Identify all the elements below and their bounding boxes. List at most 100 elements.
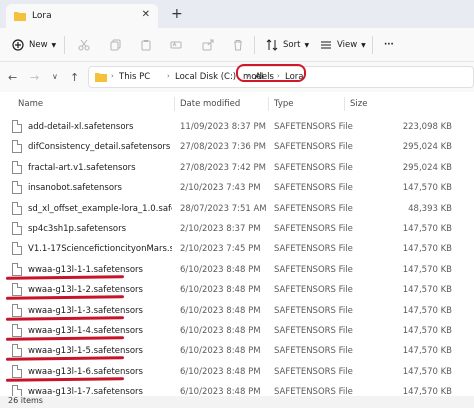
chevron-right-icon: ›: [111, 72, 114, 80]
file-name: wwaa-g13l-1-6.safetensors: [28, 366, 143, 377]
file-row[interactable]: wwaa-g13l-1-4.safetensors 6/10/2023 8:48 …: [0, 322, 474, 341]
file-row[interactable]: wwaa-g13l-1-6.safetensors 6/10/2023 8:48 …: [0, 363, 474, 382]
column-header-type[interactable]: Type: [274, 99, 294, 109]
file-type: SAFETENSORS File: [274, 122, 353, 132]
file-row[interactable]: V1.1-17SciencefictioncityonMars.safeten.…: [0, 240, 474, 258]
file-size: 147,570 KB: [402, 346, 452, 357]
file-type: SAFETENSORS File: [274, 142, 353, 153]
file-date: 6/10/2023 8:48 PM: [180, 326, 261, 336]
new-tab-button[interactable]: +: [171, 6, 183, 22]
file-size: 223,098 KB: [402, 122, 452, 132]
column-divider[interactable]: [174, 97, 175, 111]
file-row[interactable]: difConsistency_detail.safetensors 27/08/2…: [0, 138, 474, 156]
file-size: 147,570 KB: [402, 244, 452, 255]
file-icon: [12, 364, 22, 378]
file-size: 48,393 KB: [408, 203, 452, 214]
file-row[interactable]: sd_xl_offset_example-lora_1.0.safetensor…: [0, 200, 474, 218]
file-date: 6/10/2023 8:48 PM: [180, 285, 261, 296]
copy-button[interactable]: [110, 37, 122, 53]
file-type: SAFETENSORS File: [274, 326, 353, 336]
rename-icon: [170, 41, 182, 49]
file-icon: [12, 344, 22, 358]
chevron-down-icon: ▼: [361, 41, 366, 49]
see-more-button[interactable]: ···: [384, 37, 394, 53]
column-header-size[interactable]: Size: [350, 99, 367, 109]
file-date: 27/08/2023 7:36 PM: [180, 142, 266, 153]
file-row[interactable]: fractal-art.v1.safetensors 27/08/2023 7:4…: [0, 159, 474, 177]
sort-button[interactable]: Sort ▼: [266, 37, 309, 53]
file-type: SAFETENSORS File: [274, 285, 353, 296]
file-type: SAFETENSORS File: [274, 162, 353, 173]
file-size: 147,570 KB: [402, 264, 452, 275]
divider: [254, 36, 255, 54]
file-row[interactable]: wwaa-g13l-1-3.safetensors 6/10/2023 8:48 …: [0, 302, 474, 321]
sort-icon: [266, 39, 278, 51]
divider: [372, 36, 373, 54]
chevron-right-icon: ›: [167, 72, 170, 80]
file-row[interactable]: insanobot.safetensors 2/10/2023 7:43 PM SA…: [0, 179, 474, 197]
new-button[interactable]: New ▼: [12, 37, 56, 53]
file-size: 147,570 KB: [402, 285, 452, 296]
file-name: sp4c3sh1p.safetensors: [28, 224, 126, 234]
file-type: SAFETENSORS File: [274, 244, 353, 255]
forward-button[interactable]: →: [30, 71, 39, 84]
column-divider[interactable]: [268, 97, 269, 111]
file-date: 6/10/2023 8:48 PM: [180, 305, 261, 316]
delete-button[interactable]: [232, 37, 244, 53]
file-type: SAFETENSORS File: [274, 346, 353, 357]
file-size: 147,570 KB: [402, 326, 452, 336]
command-bar: New ▼ Sort ▼ View ▼ ···: [0, 28, 474, 62]
file-name: wwaa-g13l-1-5.safetensors: [28, 346, 143, 357]
red-underline-annotation: [5, 295, 125, 301]
file-row[interactable]: add-detail-xl.safetensors 11/09/2023 8:37…: [0, 118, 474, 136]
close-icon[interactable]: ✕: [142, 9, 150, 20]
file-date: 6/10/2023 8:48 PM: [180, 366, 261, 377]
file-date: 6/10/2023 8:48 PM: [180, 346, 261, 357]
view-button[interactable]: View ▼: [320, 37, 366, 53]
breadcrumb-this-pc[interactable]: This PC: [119, 72, 150, 82]
column-header-date[interactable]: Date modified: [180, 99, 240, 109]
file-icon: [12, 262, 22, 276]
file-list: Name Date modified Type Size add-detail-…: [0, 92, 474, 403]
cut-button[interactable]: [78, 37, 90, 53]
red-underline-annotation: [5, 274, 125, 280]
red-annotation-circle: [236, 64, 306, 82]
tab-title: Lora: [32, 11, 52, 21]
share-button[interactable]: [202, 37, 214, 53]
breadcrumb-local-disk[interactable]: Local Disk (C:): [175, 72, 236, 82]
file-date: 11/09/2023 8:37 PM: [180, 122, 266, 132]
view-label: View: [337, 40, 358, 50]
tab-lora[interactable]: Lora ✕: [6, 4, 158, 28]
file-type: SAFETENSORS File: [274, 183, 353, 194]
file-icon: [12, 181, 22, 195]
file-name: wwaa-g13l-1-1.safetensors: [28, 264, 143, 275]
scissors-icon: [78, 39, 90, 51]
red-underline-annotation: [5, 315, 125, 321]
file-row[interactable]: wwaa-g13l-1-5.safetensors 6/10/2023 8:48 …: [0, 342, 474, 362]
back-button[interactable]: ←: [8, 71, 17, 84]
file-row[interactable]: wwaa-g13l-1-2.safetensors 6/10/2023 8:48 …: [0, 281, 474, 301]
chevron-down-icon: ▼: [51, 41, 57, 49]
rename-button[interactable]: [170, 37, 182, 53]
clipboard-icon: [141, 40, 151, 51]
divider: [64, 36, 65, 54]
chevron-down-icon: ▼: [304, 41, 310, 49]
file-name: V1.1-17SciencefictioncityonMars.safeten.…: [28, 244, 172, 255]
file-icon: [12, 324, 22, 337]
file-row[interactable]: wwaa-g13l-1-1.safetensors 6/10/2023 8:48 …: [0, 261, 474, 280]
paste-button[interactable]: [140, 37, 152, 53]
file-name: wwaa-g13l-1-3.safetensors: [28, 305, 143, 316]
item-count: 26 items: [8, 396, 43, 405]
file-name: fractal-art.v1.safetensors: [28, 162, 136, 173]
file-row[interactable]: sp4c3sh1p.safetensors 2/10/2023 8:37 PM SA…: [0, 220, 474, 238]
address-row: ← → ∨ ↑ › This PC › Local Disk (C:) › AI…: [0, 62, 474, 92]
red-underline-annotation: [5, 356, 125, 362]
up-button[interactable]: ↑: [70, 71, 79, 84]
file-icon: [12, 120, 22, 133]
recent-locations-button[interactable]: ∨: [52, 72, 58, 81]
file-date: 2/10/2023 7:45 PM: [180, 244, 261, 255]
file-icon: [12, 160, 22, 174]
column-header-name[interactable]: Name: [18, 99, 43, 109]
file-icon: [12, 303, 22, 317]
column-divider[interactable]: [344, 97, 345, 111]
